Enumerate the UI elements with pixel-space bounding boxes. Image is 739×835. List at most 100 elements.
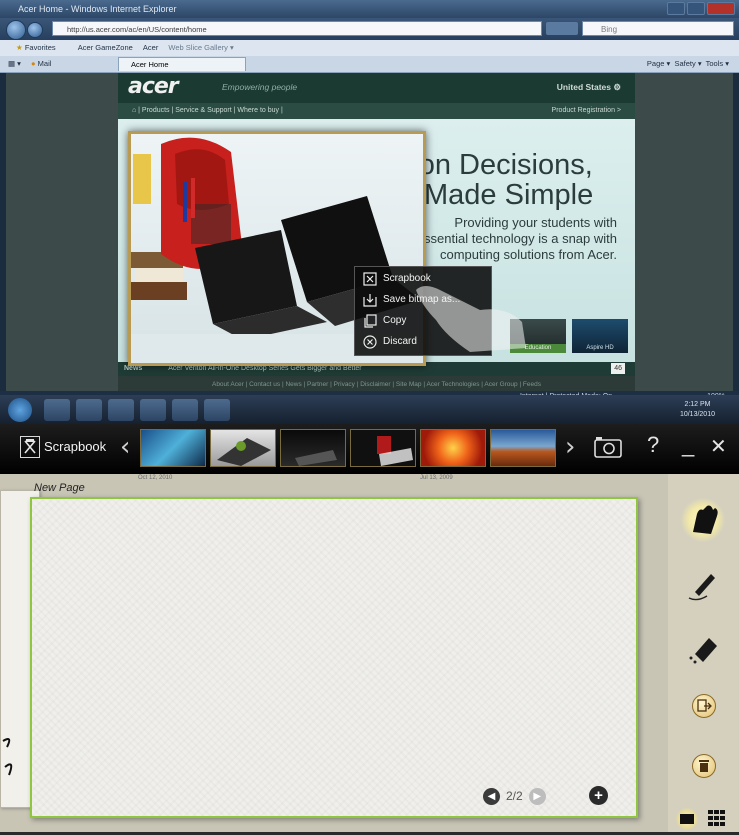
hero-title-line2: Made Simple	[424, 179, 594, 211]
discard-icon	[363, 335, 377, 349]
taskbar-paint-icon[interactable]	[140, 399, 166, 421]
taskbar-clock[interactable]: 2:12 PM 10/13/2010	[680, 400, 715, 420]
acer-logo[interactable]: acer	[128, 74, 179, 99]
delete-button[interactable]	[692, 754, 716, 778]
mail-icon: ●	[31, 59, 36, 68]
scrapbook-icon	[363, 272, 377, 286]
clock-date: 10/13/2010	[679, 411, 715, 418]
hero-body-line1: Providing your students with	[454, 215, 617, 230]
touch-hand-overlay	[416, 286, 526, 352]
taskbar-explorer-icon[interactable]	[76, 399, 102, 421]
scrapbook-workspace: New Page ◀ 2/2 ▶ +	[0, 474, 739, 832]
thumbnail-next-chevron-icon[interactable]: ›	[565, 432, 575, 462]
thumbnail-3[interactable]	[280, 429, 346, 467]
safety-menu[interactable]: Safety ▾	[674, 59, 701, 68]
close-button[interactable]: ✕	[710, 434, 727, 459]
site-header: acer Empowering people United States ⚙	[118, 73, 635, 103]
thumbnail-5[interactable]	[420, 429, 486, 467]
fav-link-gamezone[interactable]: Acer GameZone	[58, 43, 133, 52]
hand-icon	[693, 505, 718, 534]
minimize-window-button[interactable]	[667, 2, 685, 15]
taskbar-media-icon[interactable]	[108, 399, 134, 421]
trash-icon	[699, 760, 709, 772]
scrapbook-title: Scrapbook	[44, 439, 107, 454]
scrapbook-toolbar: Scrapbook ‹ › ? _ ✕	[0, 424, 739, 474]
quick-tabs-icon[interactable]: ▦ ▾	[0, 59, 21, 68]
single-page-icon	[680, 814, 694, 824]
browser-window: Acer Home - Windows Internet Explorer ht…	[0, 0, 739, 403]
news-headline[interactable]: Acer Veriton All-in-One Desktop Series G…	[144, 365, 361, 372]
taskbar-app-icon[interactable]	[172, 399, 198, 421]
scrapbook-app-icon	[20, 436, 40, 458]
fav-link-acer[interactable]: Acer	[135, 43, 158, 52]
favorites-button[interactable]: Favorites	[25, 43, 56, 52]
save-bitmap-icon	[363, 294, 377, 307]
thumbnail-prev-chevron-icon[interactable]: ‹	[120, 432, 130, 462]
browser-tab[interactable]: Acer Home	[118, 57, 246, 71]
window-controls	[667, 2, 735, 15]
grid-view-icon	[708, 810, 725, 826]
start-button[interactable]	[8, 398, 32, 422]
prev-page-icon[interactable]: ◀	[483, 787, 500, 805]
favorites-bar: ★ Favorites Acer GameZone Acer Web Slice…	[0, 40, 739, 56]
single-page-view-button[interactable]	[676, 808, 698, 830]
grid-view-button[interactable]	[708, 810, 726, 831]
thumbnail-4[interactable]	[350, 429, 416, 467]
command-bar: Page ▾ Safety ▾ Tools ▾	[647, 56, 729, 72]
window-title: Acer Home - Windows Internet Explorer	[18, 4, 177, 14]
export-icon	[697, 699, 712, 712]
like-count[interactable]: 46	[611, 363, 625, 374]
favorites-star-icon: ★	[16, 43, 23, 52]
taskbar-app2-icon[interactable]	[204, 399, 230, 421]
tab-row: ▦ ▾ ● Mail Page ▾ Safety ▾ Tools ▾	[0, 56, 739, 73]
hand-tool-button[interactable]	[681, 498, 725, 542]
ink-scribble	[2, 738, 13, 776]
thumbnail-2[interactable]	[210, 429, 276, 467]
site-nav: ⌂ | Products | Service & Support | Where…	[118, 103, 635, 119]
thumbnail-date-left: Oct 12, 2010	[138, 475, 173, 481]
product-registration-link[interactable]: Product Registration >	[552, 103, 621, 119]
help-button[interactable]: ?	[647, 432, 659, 458]
tools-menu[interactable]: Tools ▾	[706, 59, 729, 68]
page-pager: ◀ 2/2 ▶	[483, 786, 546, 806]
menu-item-copy-label: Copy	[383, 315, 407, 326]
back-button[interactable]	[6, 20, 26, 40]
pen-tool-button[interactable]	[681, 562, 725, 606]
close-window-button[interactable]	[707, 2, 735, 15]
scrapbook-page-canvas[interactable]	[30, 497, 638, 818]
browser-title-bar: Acer Home - Windows Internet Explorer	[0, 0, 739, 18]
clock-time: 2:12 PM	[684, 401, 711, 408]
fav-link-webslice[interactable]: Web Slice Gallery ▾	[160, 43, 233, 52]
page-menu[interactable]: Page ▾	[647, 59, 670, 68]
mail-link[interactable]: Mail	[38, 59, 52, 68]
promo-aspire-label: Aspire HD	[586, 345, 614, 351]
site-tagline: Empowering people	[222, 82, 298, 92]
pen-icon	[688, 574, 715, 601]
promo-aspire-image[interactable]: Aspire HD	[572, 319, 628, 353]
eraser-icon	[689, 638, 717, 664]
address-row: http://us.acer.com/ac/en/US/content/home…	[0, 18, 739, 40]
page-counter: 2/2	[506, 789, 523, 803]
view-switcher	[668, 806, 739, 832]
site-nav-links[interactable]: ⌂ | Products | Service & Support | Where…	[118, 107, 283, 114]
add-page-button[interactable]: +	[589, 786, 608, 805]
taskbar-ie-icon[interactable]	[44, 399, 70, 421]
camera-capture-icon[interactable]	[594, 436, 622, 458]
address-bar[interactable]: http://us.acer.com/ac/en/US/content/home	[52, 21, 542, 36]
region-selector[interactable]: United States ⚙	[557, 82, 621, 93]
hero-body-line2: essential technology is a snap with	[416, 231, 617, 246]
export-button[interactable]	[692, 694, 716, 718]
thumbnail-6[interactable]	[490, 429, 556, 467]
next-page-icon[interactable]: ▶	[528, 787, 546, 805]
search-box[interactable]: Bing	[582, 21, 734, 36]
thumbnail-1[interactable]	[140, 429, 206, 467]
maximize-window-button[interactable]	[687, 2, 705, 15]
minimize-button[interactable]: _	[682, 432, 694, 458]
thumbnail-date-right: Jul 13, 2009	[420, 475, 453, 481]
refresh-stop-buttons[interactable]	[546, 22, 578, 35]
copy-icon	[364, 314, 377, 328]
forward-button[interactable]	[27, 22, 43, 38]
news-label: News	[124, 365, 143, 372]
hero-body-line3: computing solutions from Acer.	[439, 247, 617, 262]
eraser-tool-button[interactable]	[681, 626, 725, 670]
